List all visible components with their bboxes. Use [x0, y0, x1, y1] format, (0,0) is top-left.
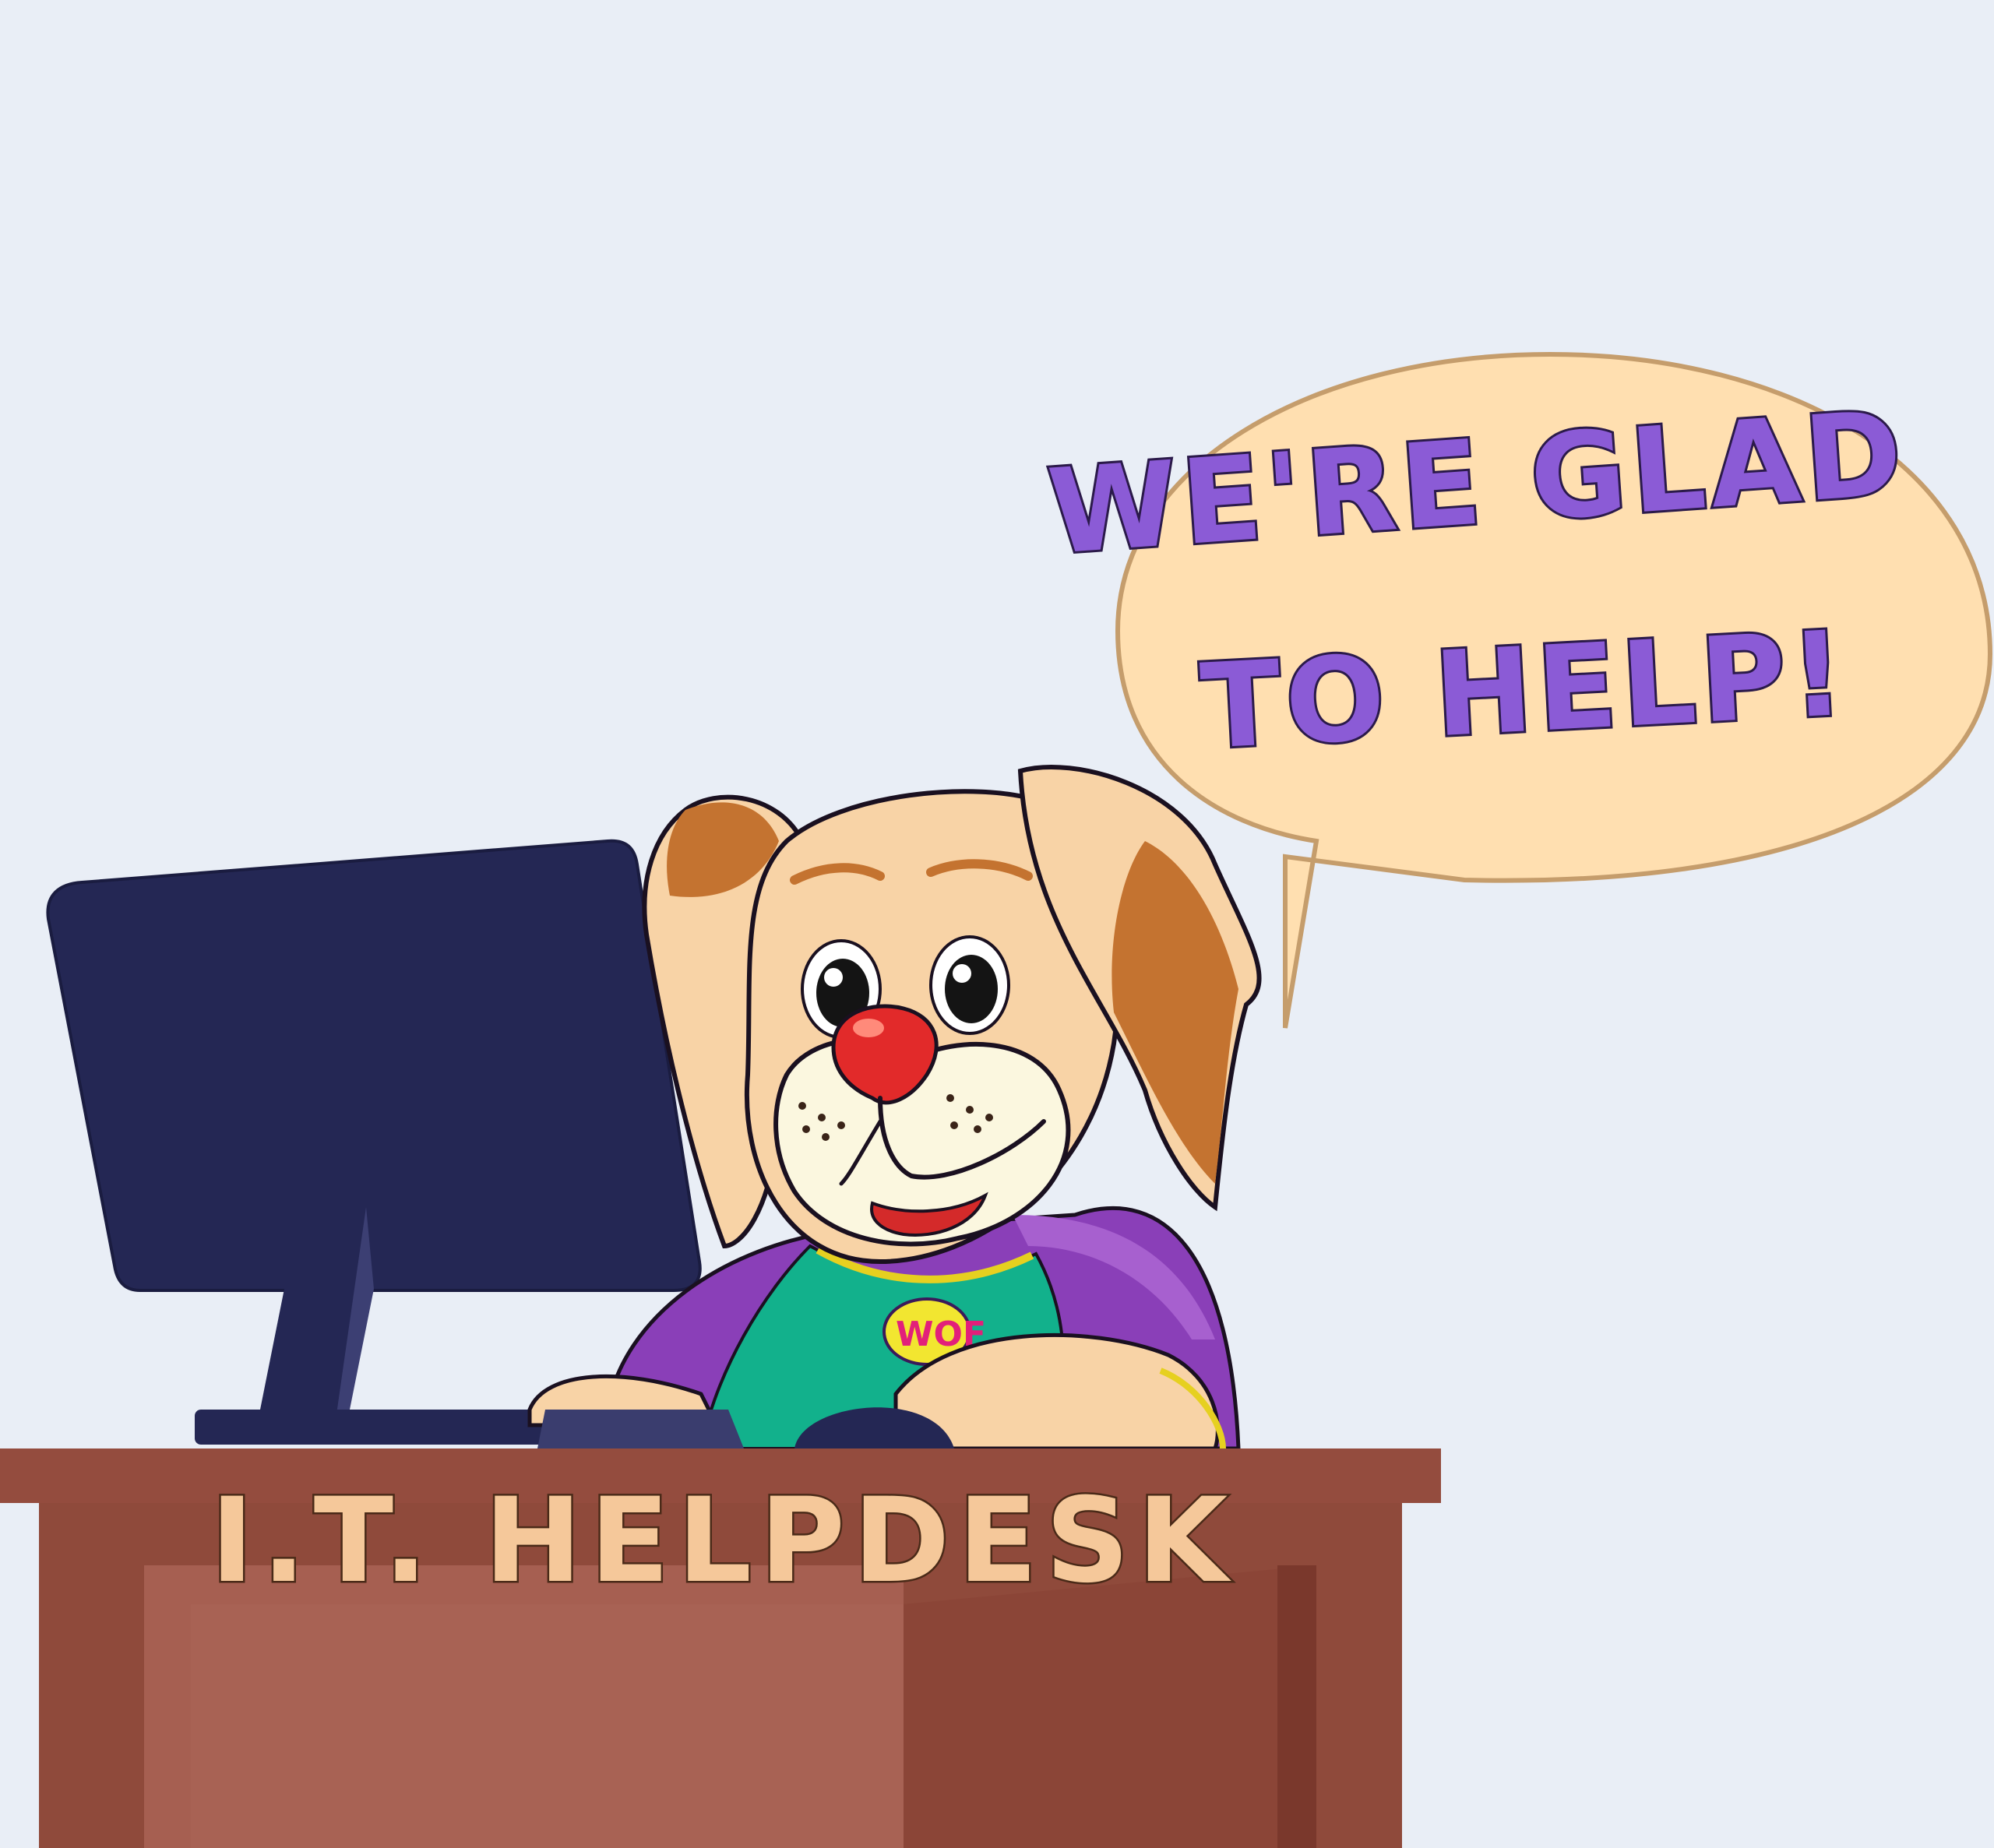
desk: I.T. HELPDESK — [0, 1448, 1441, 1848]
desk-sign: I.T. HELPDESK — [210, 1473, 1235, 1609]
keyboard — [537, 1410, 744, 1448]
helpdesk-illustration: WE'RE GLAD TO HELP! WOF I.T. HELPDESK — [0, 0, 1994, 1848]
